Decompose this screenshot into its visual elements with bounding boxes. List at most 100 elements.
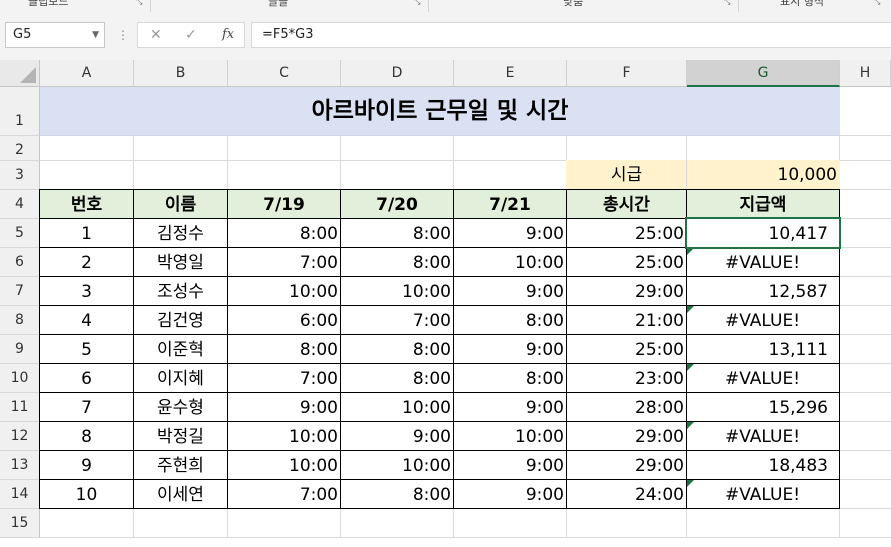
- error-indicator-icon[interactable]: [687, 480, 694, 487]
- cell-pay-5[interactable]: 13,111: [686, 334, 840, 364]
- cell-total-1[interactable]: 25:00: [566, 218, 687, 248]
- cell-total-2[interactable]: 25:00: [566, 247, 687, 277]
- cell-d3-8[interactable]: 10:00: [453, 421, 567, 451]
- cell-pay-3[interactable]: 12,587: [686, 276, 840, 306]
- cell-total-6[interactable]: 23:00: [566, 363, 687, 393]
- header-date-2[interactable]: 7/20: [340, 189, 454, 219]
- more-options-icon[interactable]: ⋮: [117, 28, 129, 42]
- cell-d1-5[interactable]: 8:00: [227, 334, 341, 364]
- cell-no-3[interactable]: 3: [39, 276, 134, 306]
- cell-name-7[interactable]: 윤수형: [133, 392, 228, 422]
- header-name[interactable]: 이름: [133, 189, 228, 219]
- cell-pay-8[interactable]: #VALUE!: [686, 421, 840, 451]
- cell-no-4[interactable]: 4: [39, 305, 134, 335]
- error-indicator-icon[interactable]: [687, 422, 694, 429]
- cell-d2-2[interactable]: 8:00: [340, 247, 454, 277]
- cell-d3-6[interactable]: 8:00: [453, 363, 567, 393]
- row-header-15[interactable]: 15: [0, 509, 40, 538]
- cell-pay-4[interactable]: #VALUE!: [686, 305, 840, 335]
- name-box[interactable]: G5 ▼: [5, 22, 105, 48]
- row-header-10[interactable]: 10: [0, 364, 40, 393]
- column-header-b[interactable]: B: [134, 60, 228, 87]
- row-header-13[interactable]: 13: [0, 451, 40, 480]
- error-indicator-icon[interactable]: [687, 306, 694, 313]
- cell-d3-9[interactable]: 9:00: [453, 450, 567, 480]
- header-total-hours[interactable]: 총시간: [566, 189, 687, 219]
- cell-d3-4[interactable]: 8:00: [453, 305, 567, 335]
- cell-no-8[interactable]: 8: [39, 421, 134, 451]
- cell-no-10[interactable]: 10: [39, 479, 134, 509]
- error-indicator-icon[interactable]: [687, 248, 694, 255]
- header-date-1[interactable]: 7/19: [227, 189, 341, 219]
- cell-name-10[interactable]: 이세연: [133, 479, 228, 509]
- cell-d2-5[interactable]: 8:00: [340, 334, 454, 364]
- chevron-down-icon[interactable]: ▼: [92, 23, 99, 47]
- cell-total-3[interactable]: 29:00: [566, 276, 687, 306]
- sheet-title[interactable]: 아르바이트 근무일 및 시간: [40, 87, 840, 136]
- cell-no-9[interactable]: 9: [39, 450, 134, 480]
- cell-d3-10[interactable]: 9:00: [453, 479, 567, 509]
- error-indicator-icon[interactable]: [687, 364, 694, 371]
- row-header-12[interactable]: 12: [0, 422, 40, 451]
- row-header-14[interactable]: 14: [0, 480, 40, 509]
- cell-d2-7[interactable]: 10:00: [340, 392, 454, 422]
- header-no[interactable]: 번호: [39, 189, 134, 219]
- cell-total-8[interactable]: 29:00: [566, 421, 687, 451]
- cell-pay-6[interactable]: #VALUE!: [686, 363, 840, 393]
- cancel-icon[interactable]: ✕: [150, 23, 162, 47]
- cell-d3-3[interactable]: 9:00: [453, 276, 567, 306]
- cell-d1-2[interactable]: 7:00: [227, 247, 341, 277]
- row-header-11[interactable]: 11: [0, 393, 40, 422]
- cell-total-7[interactable]: 28:00: [566, 392, 687, 422]
- column-header-a[interactable]: A: [40, 60, 134, 87]
- column-header-e[interactable]: E: [454, 60, 567, 87]
- cell-d2-1[interactable]: 8:00: [340, 218, 454, 248]
- cell-d2-10[interactable]: 8:00: [340, 479, 454, 509]
- cell-total-9[interactable]: 29:00: [566, 450, 687, 480]
- cell-name-3[interactable]: 조성수: [133, 276, 228, 306]
- row-header-1[interactable]: 1: [0, 87, 40, 136]
- cell-no-7[interactable]: 7: [39, 392, 134, 422]
- cell-name-6[interactable]: 이지혜: [133, 363, 228, 393]
- cell-d1-6[interactable]: 7:00: [227, 363, 341, 393]
- column-header-d[interactable]: D: [341, 60, 454, 87]
- cell-d2-4[interactable]: 7:00: [340, 305, 454, 335]
- cell-total-5[interactable]: 25:00: [566, 334, 687, 364]
- header-pay[interactable]: 지급액: [686, 189, 840, 219]
- cell-no-5[interactable]: 5: [39, 334, 134, 364]
- cell-pay-9[interactable]: 18,483: [686, 450, 840, 480]
- cell-name-4[interactable]: 김건영: [133, 305, 228, 335]
- select-all-button[interactable]: [0, 60, 40, 87]
- cell-d2-8[interactable]: 9:00: [340, 421, 454, 451]
- cell-pay-7[interactable]: 15,296: [686, 392, 840, 422]
- cell-d3-7[interactable]: 9:00: [453, 392, 567, 422]
- column-header-c[interactable]: C: [228, 60, 341, 87]
- formula-input[interactable]: =F5*G3: [251, 22, 891, 48]
- row-header-8[interactable]: 8: [0, 306, 40, 335]
- cell-d1-10[interactable]: 7:00: [227, 479, 341, 509]
- dialog-launcher-icon[interactable]: ⤡: [136, 0, 145, 6]
- row-header-2[interactable]: 2: [0, 136, 40, 161]
- cell-name-8[interactable]: 박정길: [133, 421, 228, 451]
- cell-d3-1[interactable]: 9:00: [453, 218, 567, 248]
- cell-no-1[interactable]: 1: [39, 218, 134, 248]
- cell-name-5[interactable]: 이준혁: [133, 334, 228, 364]
- column-header-f[interactable]: F: [567, 60, 687, 87]
- column-header-h[interactable]: H: [840, 60, 891, 87]
- cell-pay-1[interactable]: 10,417: [686, 218, 840, 248]
- cell-d2-6[interactable]: 8:00: [340, 363, 454, 393]
- cell-name-1[interactable]: 김정수: [133, 218, 228, 248]
- cell-d1-8[interactable]: 10:00: [227, 421, 341, 451]
- row-header-6[interactable]: 6: [0, 248, 40, 277]
- row-header-4[interactable]: 4: [0, 190, 40, 219]
- cell-d2-3[interactable]: 10:00: [340, 276, 454, 306]
- cell-name-9[interactable]: 주현희: [133, 450, 228, 480]
- cell-d1-7[interactable]: 9:00: [227, 392, 341, 422]
- row-header-3[interactable]: 3: [0, 161, 40, 190]
- dialog-launcher-icon[interactable]: ⤡: [414, 0, 423, 6]
- cell-pay-2[interactable]: #VALUE!: [686, 247, 840, 277]
- cell-d3-2[interactable]: 10:00: [453, 247, 567, 277]
- cell-pay-10[interactable]: #VALUE!: [686, 479, 840, 509]
- cell-no-6[interactable]: 6: [39, 363, 134, 393]
- insert-function-icon[interactable]: fx: [222, 23, 234, 47]
